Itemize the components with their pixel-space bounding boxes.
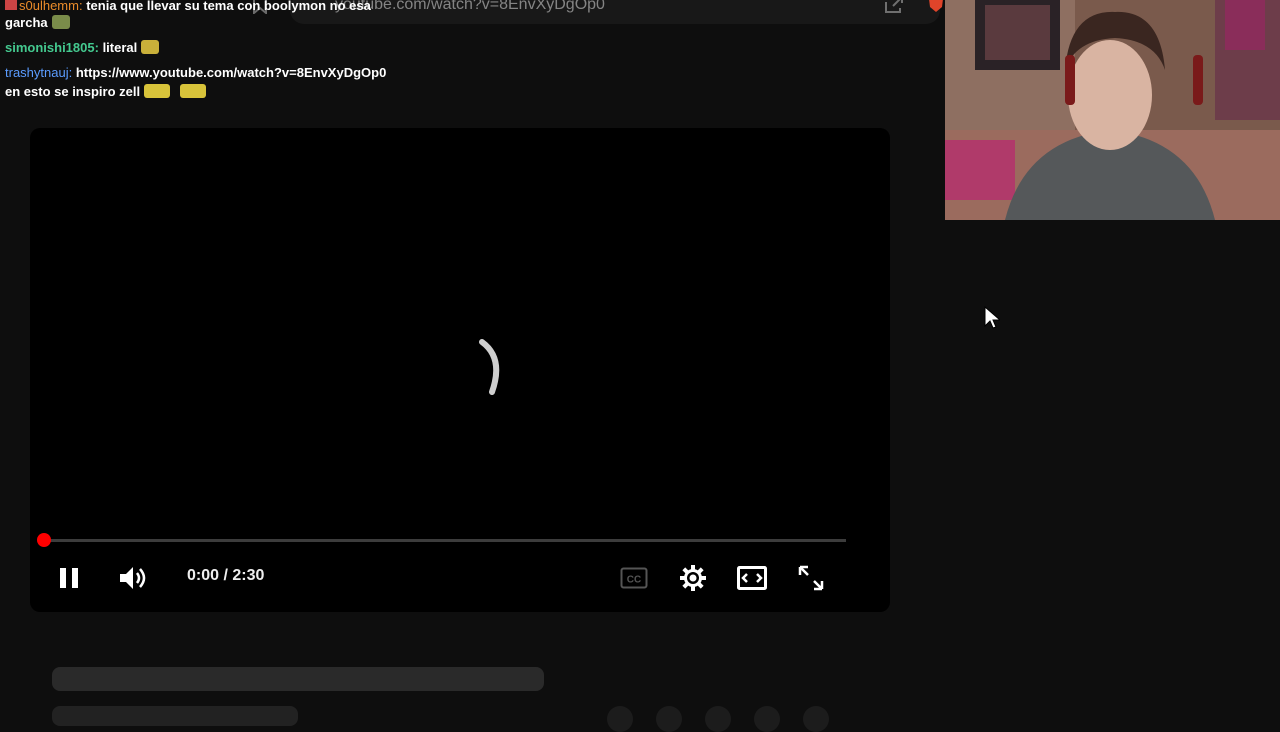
action-placeholder — [607, 706, 633, 732]
channel-placeholder — [52, 706, 298, 726]
badge-icon — [5, 0, 17, 10]
share-icon[interactable] — [884, 0, 904, 14]
volume-icon[interactable] — [118, 564, 148, 592]
chat-message: en esto se inspiro zell — [5, 82, 207, 101]
chat-text: literal — [102, 40, 138, 55]
theater-mode-icon[interactable] — [737, 566, 767, 590]
action-placeholder — [705, 706, 731, 732]
emote-icon — [51, 15, 70, 29]
settings-icon[interactable] — [679, 564, 707, 592]
time-separator: / — [219, 567, 233, 584]
action-placeholder — [754, 706, 780, 732]
chat-link[interactable]: https://www.youtube.com/watch?v=8EnvXyDg… — [76, 65, 386, 80]
current-time: 0:00 — [187, 567, 220, 584]
emote-icon — [141, 40, 160, 54]
chat-message: trashytnauj: https://www.youtube.com/wat… — [5, 63, 386, 82]
scrubber-handle[interactable] — [37, 533, 51, 547]
emote-icon — [144, 84, 171, 98]
pause-icon[interactable] — [58, 566, 80, 590]
brave-shield-icon[interactable] — [928, 0, 944, 12]
emote-icon — [180, 84, 207, 98]
chat-username: simonishi1805: — [5, 40, 99, 55]
chat-text: garcha — [5, 15, 48, 30]
chat-message: garcha — [5, 13, 70, 32]
chat-username: s0ulhemm: — [19, 0, 83, 13]
action-placeholder — [656, 706, 682, 732]
url-text[interactable]: youtube.com/watch?v=8EnvXyDgOp0 — [335, 0, 605, 14]
svg-text:CC: CC — [627, 575, 641, 586]
chat-text: tenia que llevar su tema con boolymon no… — [86, 0, 371, 13]
webcam-feed — [945, 0, 1280, 220]
fullscreen-icon[interactable] — [797, 564, 825, 592]
mouse-cursor-icon — [984, 306, 1000, 329]
chat-username: trashytnauj: — [5, 65, 73, 80]
action-placeholder — [803, 706, 829, 732]
duration: 2:30 — [232, 567, 265, 584]
progress-bar[interactable] — [44, 539, 846, 542]
chat-message: simonishi1805: literal — [5, 38, 160, 57]
chat-text: en esto se inspiro zell — [5, 84, 141, 99]
loading-spinner-icon — [479, 339, 500, 395]
time-display: 0:00 / 2:30 — [187, 567, 264, 585]
title-placeholder — [52, 667, 544, 691]
cc-icon[interactable]: CC — [620, 567, 648, 589]
